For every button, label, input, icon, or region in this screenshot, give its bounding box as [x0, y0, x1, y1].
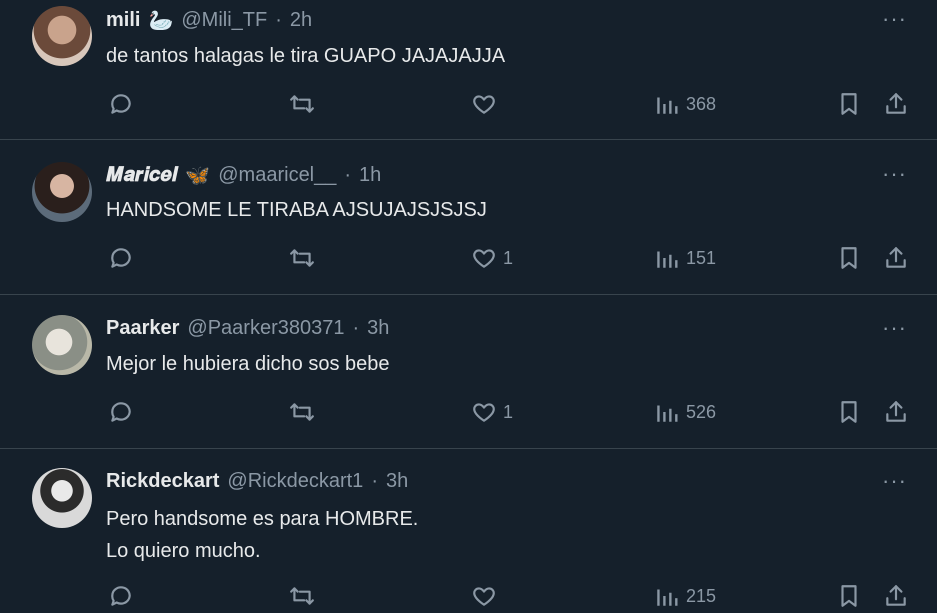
handle[interactable]: @Rickdeckart1	[227, 470, 363, 493]
like-icon	[473, 95, 495, 114]
retweet-icon	[290, 95, 314, 113]
views-icon	[657, 589, 678, 606]
share-button[interactable]	[883, 91, 909, 117]
like-count: 1	[503, 401, 514, 422]
views-icon	[657, 405, 678, 422]
like-button[interactable]: 1	[471, 245, 513, 271]
share-icon	[886, 401, 906, 422]
reply-button[interactable]	[108, 245, 134, 271]
avatar[interactable]	[32, 468, 92, 528]
view-count: 526	[686, 401, 717, 422]
share-icon	[886, 93, 906, 114]
bookmark-button[interactable]	[836, 399, 862, 425]
share-button[interactable]	[883, 245, 909, 271]
bookmark-icon	[841, 247, 857, 269]
bookmark-button[interactable]	[836, 583, 862, 609]
views-button[interactable]: 151	[654, 245, 716, 271]
share-button[interactable]	[883, 399, 909, 425]
separator: ·	[352, 317, 360, 339]
timestamp[interactable]: 1h	[359, 164, 381, 187]
reply-icon	[111, 402, 131, 422]
reply-icon	[111, 248, 131, 268]
tweet-text: HANDSOME LE TIRABA AJSUJAJSJSJSJ	[106, 194, 487, 226]
tweet-text-line: Mejor le hubiera dicho sos bebe	[106, 353, 390, 375]
reply-feed: mili 🦢 @Mili_TF · 2h ··· de tantos halag…	[0, 0, 937, 607]
action-bar: 368	[0, 91, 937, 121]
timestamp[interactable]: 3h	[386, 470, 408, 493]
tweet-text-line: HANDSOME LE TIRABA AJSUJAJSJSJSJ	[106, 199, 487, 221]
like-button[interactable]	[471, 583, 503, 609]
views-icon	[657, 97, 678, 114]
more-icon[interactable]: ···	[882, 161, 907, 187]
views-button[interactable]: 526	[654, 399, 716, 425]
share-icon	[886, 247, 906, 268]
reply-tweet[interactable]: Rickdeckart @Rickdeckart1 · 3h ··· Pero …	[0, 449, 937, 607]
timestamp[interactable]: 2h	[290, 9, 312, 32]
retweet-button[interactable]	[289, 399, 315, 425]
tweet-text: de tantos halagas le tira GUAPO JAJAJAJJ…	[106, 40, 505, 72]
bookmark-icon	[841, 585, 857, 607]
more-icon[interactable]: ···	[882, 315, 907, 341]
reply-icon	[111, 586, 131, 606]
reply-button[interactable]	[108, 583, 134, 609]
action-bar: 1 151	[0, 245, 937, 275]
display-name[interactable]: 𝑴𝒂𝒓𝒊𝒄𝒆𝒍	[106, 164, 177, 187]
share-button[interactable]	[883, 583, 909, 609]
share-icon	[886, 585, 906, 606]
timestamp[interactable]: 3h	[367, 317, 389, 340]
retweet-button[interactable]	[289, 245, 315, 271]
action-bar: 1 526	[0, 399, 937, 429]
separator: ·	[275, 9, 282, 31]
like-count: 1	[503, 247, 514, 268]
separator: ·	[371, 470, 378, 492]
bookmark-button[interactable]	[836, 91, 862, 117]
display-name[interactable]: mili	[106, 9, 140, 32]
handle[interactable]: @Paarker380371	[187, 317, 344, 340]
display-name[interactable]: Rickdeckart	[106, 470, 219, 493]
avatar[interactable]	[32, 315, 92, 375]
avatar[interactable]	[32, 162, 92, 222]
reply-tweet[interactable]: mili 🦢 @Mili_TF · 2h ··· de tantos halag…	[0, 0, 937, 140]
handle[interactable]: @maaricel__	[218, 164, 336, 187]
view-count: 215	[686, 585, 717, 606]
tweet-text-line: de tantos halagas le tira GUAPO JAJAJAJJ…	[106, 45, 506, 67]
display-name[interactable]: Paarker	[106, 317, 179, 340]
like-icon	[473, 249, 495, 268]
more-icon[interactable]: ···	[882, 6, 907, 32]
tweet-text-line: Lo quiero mucho.	[106, 540, 261, 562]
separator: ·	[344, 164, 352, 186]
tweet-text: Pero handsome es para HOMBRE. Lo quiero …	[106, 503, 418, 567]
swan-emoji: 🦢	[148, 10, 174, 32]
avatar[interactable]	[32, 6, 92, 66]
retweet-button[interactable]	[289, 91, 315, 117]
views-button[interactable]: 215	[654, 583, 716, 609]
view-count: 368	[686, 93, 717, 114]
action-bar: 215	[0, 583, 937, 613]
bookmark-button[interactable]	[836, 245, 862, 271]
bookmark-icon	[841, 401, 857, 423]
retweet-icon	[290, 403, 314, 421]
handle[interactable]: @Mili_TF	[181, 9, 267, 32]
reply-button[interactable]	[108, 91, 134, 117]
reply-icon	[111, 94, 131, 114]
tweet-text-line: Pero handsome es para HOMBRE.	[106, 508, 419, 530]
like-icon	[473, 587, 495, 606]
retweet-button[interactable]	[289, 583, 315, 609]
retweet-icon	[290, 249, 314, 267]
tweet-text: Mejor le hubiera dicho sos bebe	[106, 348, 390, 380]
reply-tweet[interactable]: Paarker @Paarker380371 · 3h ··· Mejor le…	[0, 295, 937, 449]
like-icon	[473, 403, 495, 422]
like-button[interactable]	[471, 91, 503, 117]
retweet-icon	[290, 587, 314, 605]
butterfly-emoji: 🦋	[185, 165, 211, 187]
views-button[interactable]: 368	[654, 91, 716, 117]
bookmark-icon	[841, 93, 857, 115]
more-icon[interactable]: ···	[882, 468, 907, 494]
views-icon	[657, 251, 678, 268]
view-count: 151	[686, 247, 717, 268]
reply-tweet[interactable]: 𝑴𝒂𝒓𝒊𝒄𝒆𝒍 🦋 @maaricel__ · 1h ··· HANDSOME …	[0, 140, 937, 295]
reply-button[interactable]	[108, 399, 134, 425]
like-button[interactable]: 1	[471, 399, 513, 425]
